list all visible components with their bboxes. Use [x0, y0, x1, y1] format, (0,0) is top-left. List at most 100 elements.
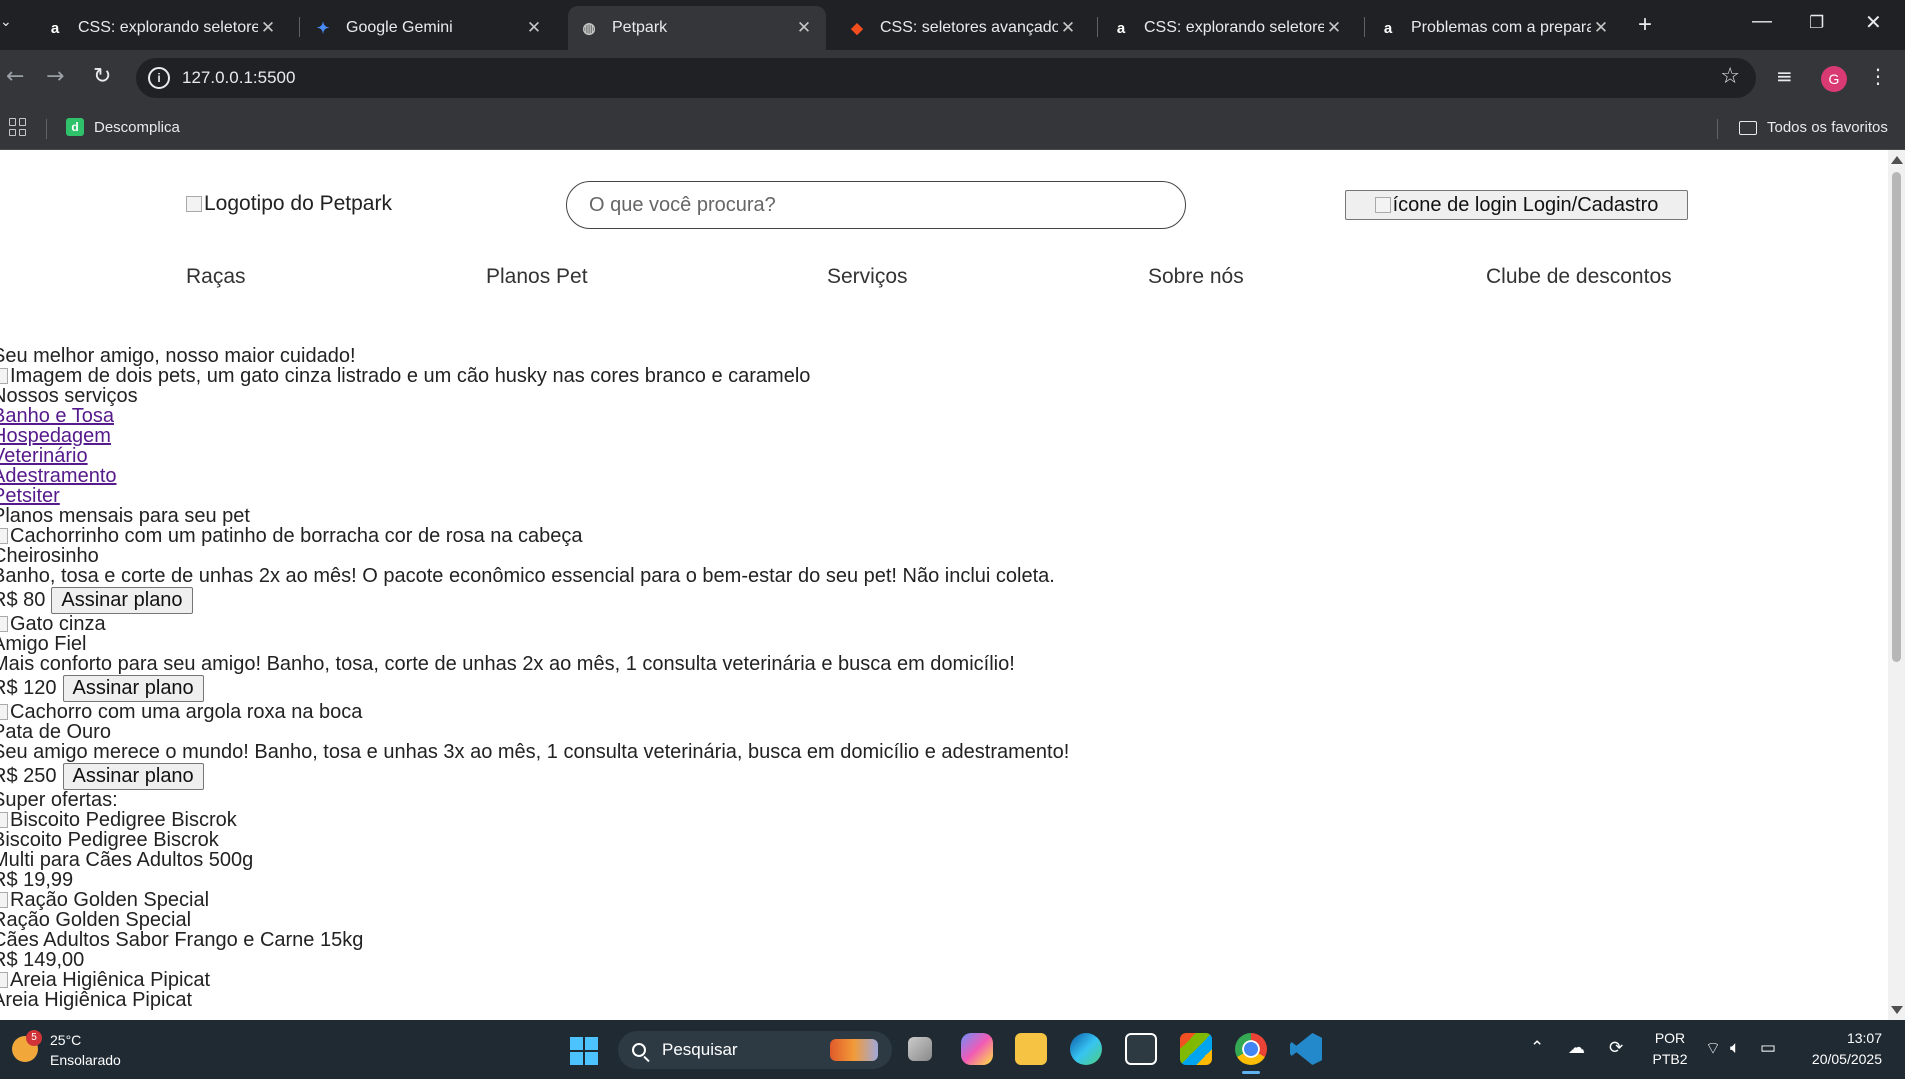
bookmark-star-icon[interactable]: ☆	[1720, 64, 1740, 89]
offer-image-alt: Biscoito Pedigree Biscrok	[10, 809, 237, 831]
microsoft-store-icon[interactable]	[1180, 1033, 1212, 1065]
service-link-petsiter[interactable]: Petsiter	[0, 485, 60, 507]
tab-css-explorando-2[interactable]: a CSS: explorando seletores a ✕	[1100, 6, 1356, 50]
logo-alt-text: Logotipo do Petpark	[204, 192, 392, 215]
media-controls-icon[interactable]: ≡	[1776, 64, 1793, 88]
scroll-down-arrow-icon[interactable]	[1891, 1006, 1903, 1014]
menu-planos-pet[interactable]: Planos Pet	[486, 265, 588, 289]
menu-racas[interactable]: Raças	[186, 265, 246, 289]
menu-servicos[interactable]: Serviços	[827, 265, 908, 289]
wifi-icon[interactable]: ⌔	[1705, 1038, 1721, 1059]
back-icon[interactable]: ←	[6, 64, 24, 89]
tab-title: Google Gemini	[346, 19, 453, 36]
plan-image-alt: Cachorro com uma argola roxa na boca	[10, 701, 363, 723]
tab-google-gemini[interactable]: ✦ Google Gemini ✕	[302, 6, 556, 50]
service-link-banho-tosa[interactable]: Banho e Tosa	[0, 405, 114, 427]
plan-name: Pata de Ouro	[0, 721, 111, 743]
search-icon	[632, 1043, 646, 1057]
window-close-icon[interactable]: ✕	[1865, 10, 1882, 35]
tab-search-icon[interactable]: ⌄	[0, 14, 12, 30]
minimize-icon[interactable]: —	[1752, 10, 1772, 33]
service-link-hospedagem[interactable]: Hospedagem	[0, 425, 111, 447]
reload-icon[interactable]: ↻	[93, 64, 111, 89]
service-link-veterinario[interactable]: Veterinário	[0, 445, 88, 467]
onedrive-icon[interactable]: ☁	[1568, 1038, 1585, 1058]
page-scrollbar[interactable]	[1888, 150, 1905, 1020]
scroll-up-arrow-icon[interactable]	[1891, 156, 1903, 164]
vscode-icon[interactable]	[1290, 1033, 1322, 1065]
close-icon[interactable]: ✕	[524, 18, 544, 38]
plan-price: R$ 120	[0, 677, 57, 699]
chrome-icon[interactable]	[1235, 1033, 1267, 1065]
subscribe-plan-button[interactable]: Assinar plano	[51, 586, 193, 614]
plan-image: Cachorrinho com um patinho de borracha c…	[0, 526, 1300, 546]
profile-avatar[interactable]: G	[1821, 66, 1847, 92]
subscribe-plan-button[interactable]: Assinar plano	[62, 674, 204, 702]
bookmark-divider	[46, 119, 47, 139]
url-text[interactable]: 127.0.0.1:5500	[182, 68, 295, 88]
site-logo[interactable]: Logotipo do Petpark	[186, 192, 392, 216]
tab-css-seletores-avancados[interactable]: ◆ CSS: seletores avançados e ✕	[836, 6, 1090, 50]
offer-image-alt: Ração Golden Special	[10, 889, 210, 911]
tab-problemas-preparacao[interactable]: a Problemas com a preparaç ✕	[1367, 6, 1623, 50]
service-link-adestramento[interactable]: Adestramento	[0, 465, 117, 487]
task-view-icon[interactable]	[908, 1037, 932, 1061]
descomplica-logo-icon: d	[66, 118, 84, 136]
clock-time[interactable]: 13:07	[1790, 1030, 1882, 1046]
scroll-thumb[interactable]	[1892, 172, 1901, 662]
menu-kebab-icon[interactable]: ⋮	[1868, 64, 1888, 88]
tab-petpark[interactable]: ◍ Petpark ✕	[568, 6, 826, 50]
weather-condition[interactable]: Ensolarado	[50, 1052, 121, 1068]
teams-board-icon[interactable]	[1125, 1033, 1157, 1065]
menu-clube-descontos[interactable]: Clube de descontos	[1486, 265, 1672, 289]
edge-icon[interactable]	[1070, 1033, 1102, 1065]
alura-icon: a	[50, 19, 60, 37]
show-hidden-icons-icon[interactable]: ⌃	[1530, 1038, 1544, 1058]
close-icon[interactable]: ✕	[1591, 18, 1611, 38]
offer-image: Ração Golden Special	[0, 890, 1300, 910]
offer-description: Multi para Cães Adultos 500g	[0, 849, 254, 871]
folder-icon	[1739, 120, 1757, 135]
plan-description: Seu amigo merece o mundo! Banho, tosa e …	[0, 741, 1070, 763]
offer-image: Biscoito Pedigree Biscrok	[0, 810, 1300, 830]
tab-title: CSS: explorando seletores a	[1144, 19, 1324, 36]
tab-css-explorando-1[interactable]: a CSS: explorando seletores a ✕	[34, 6, 290, 50]
subscribe-plan-button[interactable]: Assinar plano	[62, 762, 204, 790]
close-icon[interactable]: ✕	[1058, 18, 1078, 38]
battery-icon[interactable]: ▭	[1760, 1038, 1776, 1058]
restore-icon[interactable]: ❐	[1809, 13, 1824, 33]
bookmark-divider	[1717, 119, 1718, 139]
all-bookmarks-folder[interactable]: Todos os favoritos	[1739, 119, 1888, 136]
globe-icon: ◍	[582, 20, 596, 37]
close-icon[interactable]: ✕	[258, 18, 278, 38]
windows-start-icon[interactable]	[570, 1037, 598, 1065]
offers-title: Super ofertas:	[0, 789, 118, 811]
new-tab-icon[interactable]: +	[1638, 11, 1652, 39]
forward-icon[interactable]: →	[46, 64, 64, 89]
sync-icon[interactable]: ⟳	[1609, 1038, 1623, 1058]
plan-price: R$ 80	[0, 589, 46, 611]
copilot-icon[interactable]	[961, 1033, 993, 1065]
search-input[interactable]	[566, 181, 1186, 229]
tab-divider	[299, 17, 300, 37]
keyboard-layout[interactable]: PTB2	[1650, 1051, 1690, 1067]
tab-title: Problemas com a preparaç	[1411, 19, 1591, 36]
apps-grid-icon[interactable]	[9, 118, 27, 136]
login-button[interactable]: ícone de login Login/Cadastro	[1345, 190, 1688, 220]
taskbar-search[interactable]: Pesquisar	[618, 1031, 892, 1069]
login-icon	[1374, 197, 1391, 213]
menu-sobre-nos[interactable]: Sobre nós	[1148, 265, 1244, 289]
services-title: Nossos serviços	[0, 385, 138, 407]
volume-icon[interactable]: 🔈︎	[1730, 1038, 1740, 1058]
bookmark-descomplica[interactable]: d Descomplica	[66, 118, 180, 136]
file-explorer-icon[interactable]	[1015, 1033, 1047, 1065]
clock-date[interactable]: 20/05/2025	[1790, 1051, 1882, 1067]
address-bar[interactable]: i 127.0.0.1:5500 ☆	[136, 58, 1756, 98]
site-info-icon[interactable]: i	[148, 67, 170, 89]
close-icon[interactable]: ✕	[1324, 18, 1344, 38]
language-indicator[interactable]: POR	[1650, 1030, 1690, 1046]
close-icon[interactable]: ✕	[794, 18, 814, 38]
weather-temperature[interactable]: 25°C	[50, 1032, 81, 1048]
hero-title: Seu melhor amigo, nosso maior cuidado!	[0, 345, 356, 367]
broken-image-icon	[0, 368, 8, 384]
